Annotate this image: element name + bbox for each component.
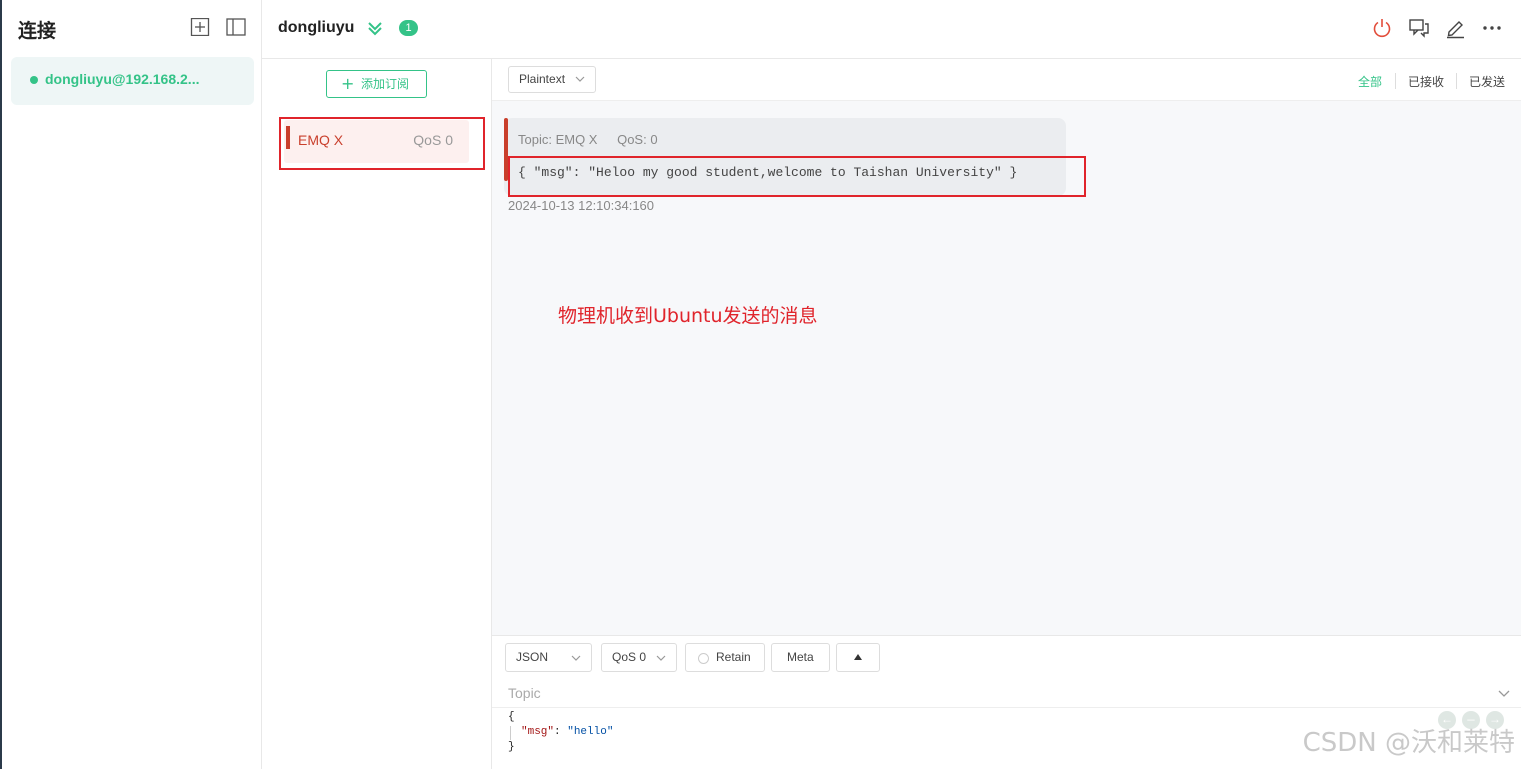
connection-name: dongliuyu: [278, 19, 355, 36]
add-subscription-button[interactable]: + 添加订阅: [326, 70, 427, 98]
power-icon[interactable]: [1371, 17, 1393, 39]
compose-panel: JSON QoS 0 Retain Meta { "msg": "hello" …: [492, 635, 1521, 769]
editor-key: "msg": [521, 726, 555, 738]
message-count-badge: 1: [399, 20, 418, 36]
retain-radio[interactable]: [698, 653, 709, 664]
chevron-down-icon: [571, 655, 581, 661]
more-icon[interactable]: [1481, 17, 1503, 39]
edit-icon[interactable]: [1444, 17, 1466, 39]
sidebar-toggle-icon[interactable]: [226, 18, 246, 36]
add-subscription-label: 添加订阅: [361, 77, 410, 91]
editor-line: {: [508, 711, 515, 723]
message-area: Plaintext 全部 已接收 已发送 Topic: EMQ X QoS: 0…: [492, 59, 1521, 635]
editor-line: }: [508, 741, 515, 753]
retain-toggle[interactable]: Retain: [685, 643, 765, 672]
subscriptions-panel: + 添加订阅 EMQ X QoS 0: [262, 59, 492, 769]
compose-format-value: JSON: [516, 650, 549, 664]
highlight-box-payload: [508, 156, 1086, 197]
watermark: CSDN @沃和莱特: [1302, 728, 1515, 758]
compose-qos-value: QoS 0: [612, 650, 647, 664]
app-window: 连接 dongliuyu@192.168.2... dongliuyu 1 + …: [0, 0, 1521, 769]
editor-colon: :: [554, 726, 568, 738]
connection-header: dongliuyu 1: [262, 0, 1521, 59]
filter-divider: [1456, 73, 1457, 89]
message-qos: QoS: 0: [617, 132, 658, 147]
message-meta: Topic: EMQ X QoS: 0: [518, 132, 674, 147]
payload-format-select[interactable]: Plaintext: [508, 66, 596, 93]
plus-icon: +: [341, 74, 355, 93]
filter-received-tab[interactable]: 已接收: [1408, 73, 1444, 90]
triangle-up-icon: [854, 654, 862, 660]
annotation-text: 物理机收到Ubuntu发送的消息: [558, 305, 818, 327]
chevron-down-icon[interactable]: [1497, 686, 1511, 700]
compose-format-select[interactable]: JSON: [505, 643, 592, 672]
connection-label: dongliuyu@192.168.2...: [45, 71, 200, 87]
add-square-icon[interactable]: [190, 18, 210, 36]
retain-label: Retain: [716, 650, 751, 664]
message-timestamp: 2024-10-13 12:10:34:160: [508, 198, 655, 213]
editor-line: "msg": "hello": [521, 726, 613, 738]
double-chevron-down-icon[interactable]: [366, 19, 384, 37]
filter-all-tab[interactable]: 全部: [1358, 73, 1382, 90]
connection-item[interactable]: dongliuyu@192.168.2...: [11, 57, 254, 105]
filter-divider: [1395, 73, 1396, 89]
topic-input[interactable]: [508, 682, 1458, 704]
message-topic: Topic: EMQ X: [518, 132, 598, 147]
indent-guide: [510, 726, 511, 740]
editor-value: "hello": [567, 726, 614, 738]
message-toolbar: Plaintext 全部 已接收 已发送: [492, 59, 1521, 101]
payload-format-value: Plaintext: [519, 72, 566, 86]
compose-qos-select[interactable]: QoS 0: [601, 643, 677, 672]
meta-button[interactable]: Meta: [771, 643, 830, 672]
highlight-box-subscription: [279, 117, 485, 170]
chevron-down-icon: [575, 76, 585, 82]
chevron-down-icon: [656, 655, 666, 661]
filter-sent-tab[interactable]: 已发送: [1469, 73, 1505, 90]
sidebar-title: 连接: [18, 20, 57, 42]
expand-up-button[interactable]: [836, 643, 880, 672]
chat-icon[interactable]: [1408, 17, 1430, 39]
connections-sidebar: 连接 dongliuyu@192.168.2...: [0, 0, 262, 769]
connection-status-dot: [30, 76, 38, 84]
